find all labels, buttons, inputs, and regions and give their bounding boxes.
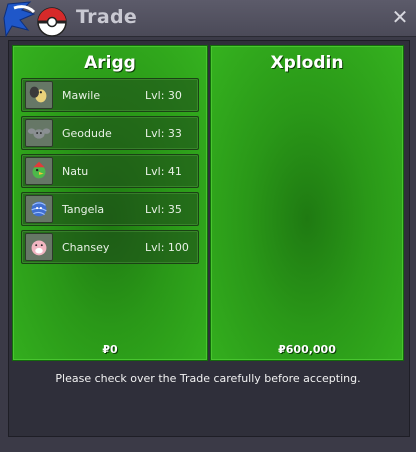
right-money: ₽600,000 xyxy=(278,343,336,356)
pokemon-level: Lvl: 30 xyxy=(145,89,182,102)
natu-icon xyxy=(25,157,53,185)
left-offer-panel: Arigg Mawile Lvl: 30 Geodude Lvl: 33 Nat… xyxy=(12,45,208,361)
pokemon-row[interactable]: Chansey Lvl: 100 xyxy=(21,230,199,264)
pokemon-level: Lvl: 35 xyxy=(145,203,182,216)
pokemon-row[interactable]: Geodude Lvl: 33 xyxy=(21,116,199,150)
pokemon-name: Tangela xyxy=(62,203,105,216)
right-offer-panel: Xplodin ₽600,000 xyxy=(210,45,404,361)
pokemon-name: Geodude xyxy=(62,127,112,140)
trade-window: Trade ✕ Arigg Mawile Lvl: 30 Geodude Lvl… xyxy=(0,0,416,452)
pokemon-row[interactable]: Mawile Lvl: 30 xyxy=(21,78,199,112)
right-trainer-name: Xplodin xyxy=(270,53,344,73)
left-money: ₽0 xyxy=(102,343,118,356)
pokemon-level: Lvl: 100 xyxy=(145,241,189,254)
chansey-icon xyxy=(25,233,53,261)
window-title: Trade xyxy=(76,6,138,28)
pokemon-name: Natu xyxy=(62,165,89,178)
close-icon[interactable]: ✕ xyxy=(390,6,410,28)
pokemon-row[interactable]: Tangela Lvl: 35 xyxy=(21,192,199,226)
tangela-icon xyxy=(25,195,53,223)
trade-logo-icon xyxy=(3,1,67,38)
left-trainer-name: Arigg xyxy=(84,53,136,73)
pokemon-level: Lvl: 33 xyxy=(145,127,182,140)
left-pokemon-list: Mawile Lvl: 30 Geodude Lvl: 33 Natu Lvl:… xyxy=(21,78,199,268)
pokemon-level: Lvl: 41 xyxy=(145,165,182,178)
geodude-icon xyxy=(25,119,53,147)
mawile-icon xyxy=(25,81,53,109)
pokemon-row[interactable]: Natu Lvl: 41 xyxy=(21,154,199,188)
title-bar[interactable]: Trade ✕ xyxy=(0,0,416,38)
trade-instructions: Please check over the Trade carefully be… xyxy=(55,372,361,385)
pokemon-name: Mawile xyxy=(62,89,101,102)
pokemon-name: Chansey xyxy=(62,241,110,254)
